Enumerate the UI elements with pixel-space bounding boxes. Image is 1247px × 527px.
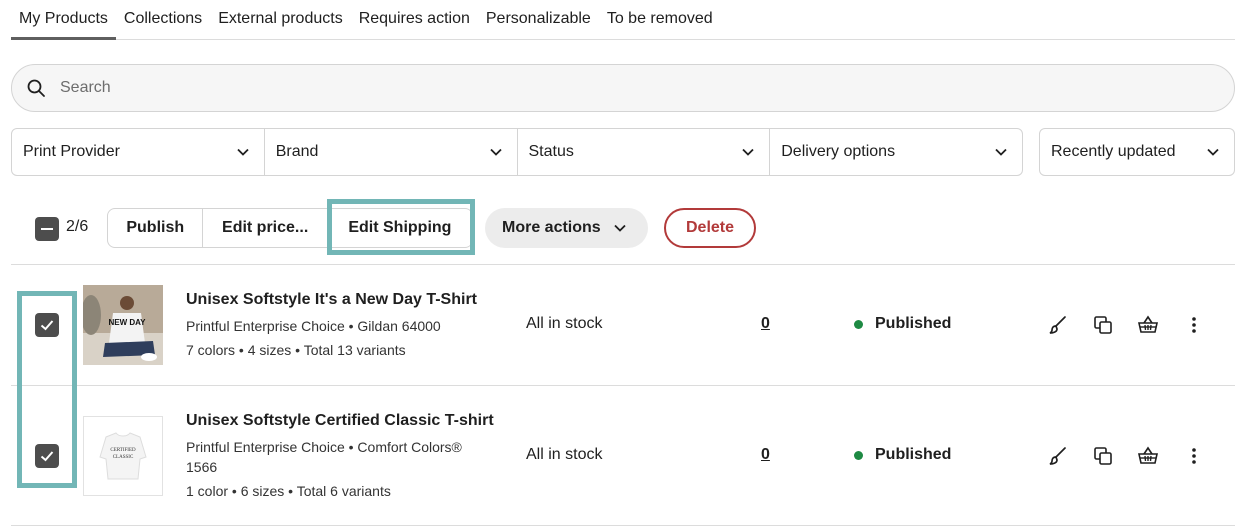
- filter-bar: Print Provider Brand Status Delivery opt…: [11, 128, 1023, 176]
- search-input[interactable]: [60, 79, 1160, 97]
- status-badge: Published: [854, 315, 951, 333]
- print-provider-dropdown[interactable]: Print Provider: [12, 129, 265, 175]
- chevron-down-icon: [489, 148, 502, 156]
- status-dropdown[interactable]: Status: [518, 129, 771, 175]
- row-checkbox[interactable]: [35, 444, 59, 468]
- more-actions-button[interactable]: More actions: [485, 208, 648, 248]
- product-variants: 1 color • 6 sizes • Total 6 variants: [186, 483, 391, 499]
- sort-dropdown[interactable]: Recently updated: [1039, 128, 1235, 176]
- product-row: CERTIFIED CLASSIC Unisex Softstyle Certi…: [11, 386, 1235, 526]
- tab-personalizable[interactable]: Personalizable: [478, 0, 599, 40]
- published-dot-icon: [854, 319, 863, 329]
- search-icon: [27, 79, 45, 97]
- status-text: Published: [875, 315, 952, 332]
- brush-icon[interactable]: [1046, 444, 1070, 468]
- checkmark-icon: [40, 451, 54, 462]
- certified-classic-shirt-image: CERTIFIED CLASSIC: [84, 417, 162, 495]
- product-row: NEW DAY Unisex Softstyle It's a New Day …: [11, 265, 1235, 385]
- status-text: Published: [875, 446, 952, 463]
- kebab-menu-icon[interactable]: [1182, 313, 1206, 337]
- brush-icon[interactable]: [1046, 313, 1070, 337]
- stock-status: All in stock: [526, 446, 603, 463]
- chevron-down-icon: [1207, 148, 1219, 156]
- chevron-down-icon: [237, 148, 249, 156]
- duplicate-icon[interactable]: [1091, 313, 1115, 337]
- tab-collections[interactable]: Collections: [116, 0, 210, 40]
- product-thumbnail[interactable]: NEW DAY: [83, 285, 163, 365]
- product-tabs: My Products Collections External product…: [11, 0, 1235, 40]
- chevron-down-icon: [995, 148, 1007, 156]
- edit-shipping-button[interactable]: Edit Shipping: [328, 209, 472, 247]
- select-all-checkbox[interactable]: [35, 217, 59, 241]
- duplicate-icon[interactable]: [1091, 444, 1115, 468]
- basket-icon[interactable]: [1136, 313, 1160, 337]
- orders-count-link[interactable]: 0: [761, 446, 770, 464]
- row-checkbox[interactable]: [35, 313, 59, 337]
- delivery-options-dropdown[interactable]: Delivery options: [770, 129, 1022, 175]
- published-dot-icon: [854, 450, 863, 460]
- product-provider: Printful Enterprise Choice • Comfort Col…: [186, 439, 462, 455]
- selected-count: 2/6: [66, 218, 89, 235]
- thumb-print-text: CLASSIC: [113, 455, 134, 460]
- product-provider-cont: 1566: [186, 459, 218, 475]
- edit-price-button[interactable]: Edit price...: [203, 209, 328, 247]
- sort-label: Recently updated: [1051, 143, 1176, 160]
- bulk-action-group: Publish Edit price... Edit Shipping: [107, 208, 473, 248]
- tab-external-products[interactable]: External products: [210, 0, 351, 40]
- more-actions-label: More actions: [502, 219, 601, 236]
- status-badge: Published: [854, 446, 951, 464]
- status-label: Status: [528, 143, 574, 160]
- delivery-options-label: Delivery options: [781, 143, 896, 160]
- basket-icon[interactable]: [1136, 444, 1160, 468]
- tab-requires-action[interactable]: Requires action: [351, 0, 478, 40]
- stock-status: All in stock: [526, 315, 603, 332]
- checkmark-icon: [40, 320, 54, 331]
- product-provider: Printful Enterprise Choice • Gildan 6400…: [186, 318, 441, 334]
- tab-to-be-removed[interactable]: To be removed: [599, 0, 721, 40]
- divider: [11, 525, 1235, 526]
- search-bar: [11, 64, 1235, 112]
- thumb-print-text: NEW DAY: [108, 318, 146, 327]
- brand-dropdown[interactable]: Brand: [265, 129, 518, 175]
- product-variants: 7 colors • 4 sizes • Total 13 variants: [186, 342, 406, 358]
- orders-count-link[interactable]: 0: [761, 315, 770, 333]
- product-title[interactable]: Unisex Softstyle It's a New Day T-Shirt: [186, 291, 477, 309]
- new-day-shirt-image: NEW DAY: [83, 285, 163, 365]
- thumb-print-text: CERTIFIED: [110, 448, 136, 453]
- publish-button[interactable]: Publish: [108, 209, 204, 247]
- minus-icon: [41, 228, 53, 230]
- brand-label: Brand: [275, 143, 319, 160]
- chevron-down-icon: [614, 224, 626, 232]
- delete-button[interactable]: Delete: [664, 208, 756, 248]
- print-provider-label: Print Provider: [23, 143, 120, 160]
- tab-my-products[interactable]: My Products: [11, 0, 116, 40]
- kebab-menu-icon[interactable]: [1182, 444, 1206, 468]
- chevron-down-icon: [742, 148, 754, 156]
- product-title[interactable]: Unisex Softstyle Certified Classic T-shi…: [186, 412, 494, 430]
- product-thumbnail[interactable]: CERTIFIED CLASSIC: [83, 416, 163, 496]
